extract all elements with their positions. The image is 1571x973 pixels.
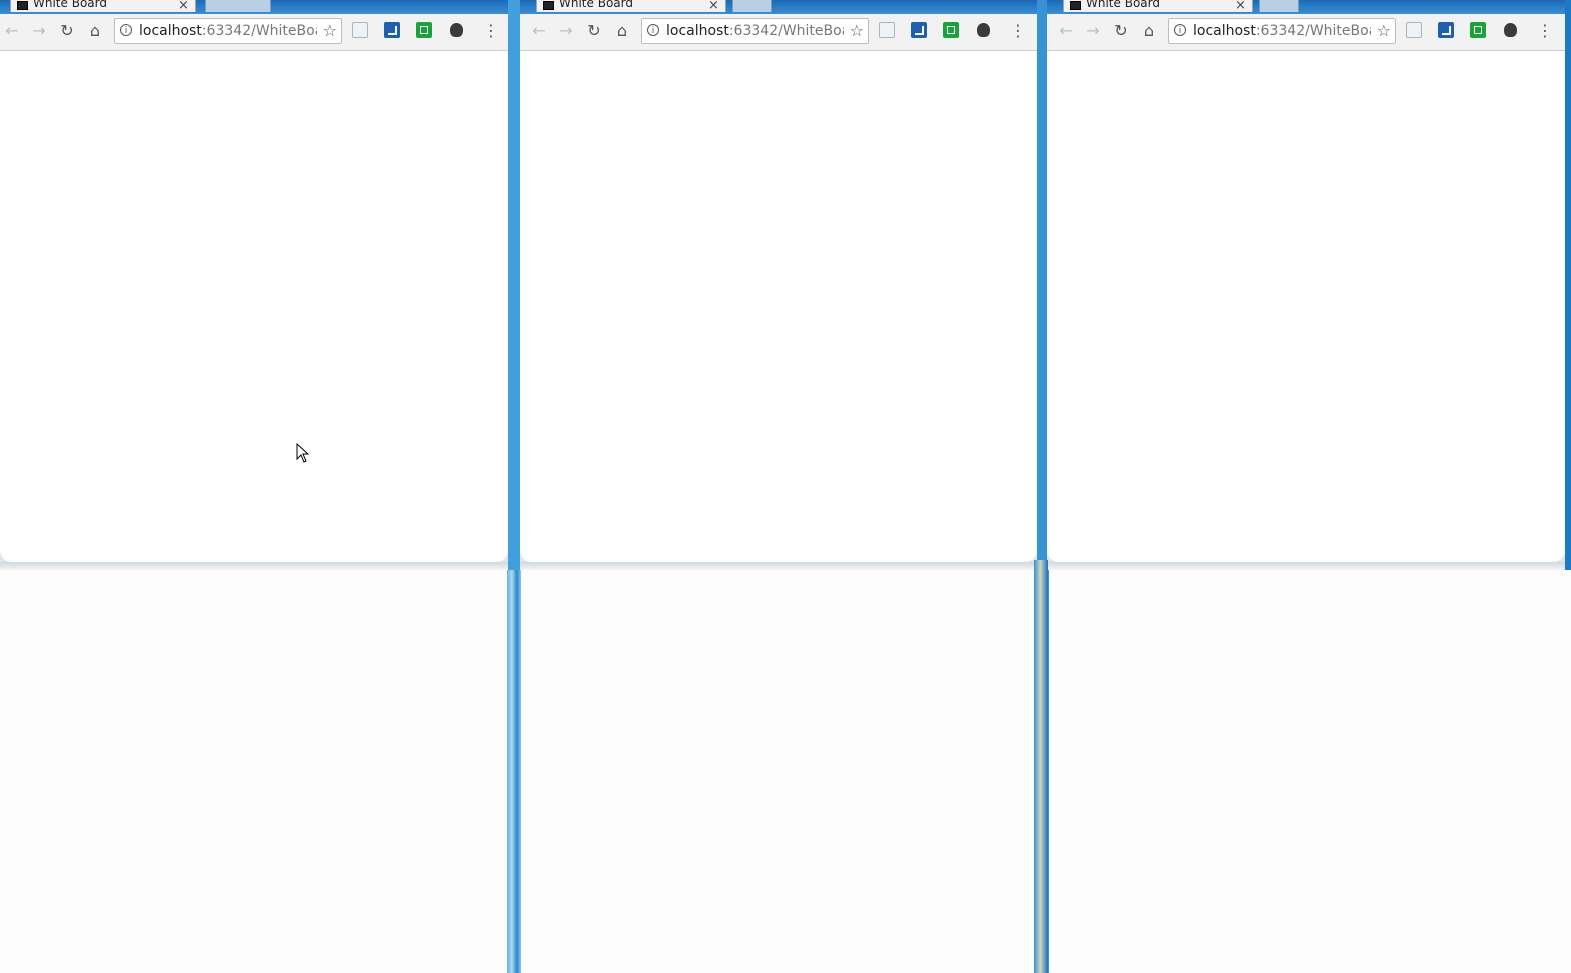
chrome-menu-icon[interactable]: ⋮ [1537,20,1553,42]
lower-window-area-3[interactable] [1049,570,1571,973]
green-extension-icon[interactable] [1470,22,1486,38]
green-extension-icon[interactable] [943,22,959,38]
site-info-icon[interactable]: i [1174,24,1186,36]
tab-title: White Board [33,0,107,10]
tab-title: White Board [559,0,633,10]
window-border [0,562,508,570]
tab-close-icon[interactable]: × [1235,0,1246,14]
back-icon[interactable]: ← [528,20,550,42]
page-viewport[interactable] [1047,51,1565,562]
site-info-icon[interactable]: i [120,24,132,36]
title-bar: White Board × [520,0,1037,14]
new-tab-button[interactable] [205,0,271,12]
screenshot-extension-icon[interactable] [1406,22,1422,38]
page-favicon-icon [17,1,28,10]
site-info-icon[interactable]: i [647,24,659,36]
url-host: localhost [666,23,729,39]
bookmark-star-icon[interactable]: ☆ [1377,20,1391,42]
browser-toolbar: ← → ↻ ⌂ i localhost:63342/WhiteBoa ☆ ⋮ [1047,14,1565,51]
home-icon[interactable]: ⌂ [611,20,633,42]
address-bar[interactable]: i localhost:63342/WhiteBoa ☆ [641,18,869,44]
browser-toolbar: ← → ↻ ⌂ i localhost:63342/WhiteBoa ☆ ⋮ [520,14,1037,51]
page-viewport[interactable] [520,51,1037,562]
address-bar[interactable]: i localhost:63342/WhiteBoa ☆ [1168,18,1396,44]
page-favicon-icon [543,1,554,10]
new-tab-button[interactable] [732,0,772,12]
reload-icon[interactable]: ↻ [56,20,78,42]
bookmark-star-icon[interactable]: ☆ [850,20,864,42]
url-path: :63342/WhiteBoa [201,23,317,39]
window-border [520,562,1037,570]
blue-extension-icon[interactable] [384,22,400,38]
chrome-menu-icon[interactable]: ⋮ [1010,20,1026,42]
reload-icon[interactable]: ↻ [1110,20,1132,42]
home-icon[interactable]: ⌂ [1138,20,1160,42]
title-bar: White Board × [1047,0,1565,14]
tab-title: White Board [1086,0,1160,10]
back-icon[interactable]: ← [1,20,23,42]
url-path: :63342/WhiteBoa [1255,23,1371,39]
url-path: :63342/WhiteBoa [728,23,844,39]
url-host: localhost [1193,23,1256,39]
title-bar: White Board × [0,0,508,14]
url-text: localhost:63342/WhiteBoa [666,19,844,43]
forward-icon[interactable]: → [555,20,577,42]
lower-window-area-2[interactable] [520,570,1035,973]
blue-extension-icon[interactable] [1438,22,1454,38]
home-icon[interactable]: ⌂ [84,20,106,42]
screenshot-extension-icon[interactable] [352,22,368,38]
window-border [1047,562,1565,570]
new-tab-button[interactable] [1259,0,1299,12]
evernote-extension-icon[interactable] [1504,23,1517,37]
bookmark-star-icon[interactable]: ☆ [323,20,337,42]
url-text: localhost:63342/WhiteBoa [139,19,317,43]
page-viewport[interactable] [0,51,508,562]
window-divider-2 [1034,560,1048,973]
address-bar[interactable]: i localhost:63342/WhiteBoa ☆ [114,18,342,44]
back-icon[interactable]: ← [1055,20,1077,42]
blue-extension-icon[interactable] [911,22,927,38]
reload-icon[interactable]: ↻ [583,20,605,42]
chrome-menu-icon[interactable]: ⋮ [483,20,499,42]
page-favicon-icon [1070,1,1081,10]
green-extension-icon[interactable] [416,22,432,38]
forward-icon[interactable]: → [1082,20,1104,42]
tab-close-icon[interactable]: × [708,0,719,14]
browser-window-3: White Board × ← → ↻ ⌂ i localhost:63342/… [1047,0,1565,570]
browser-window-2: White Board × ← → ↻ ⌂ i localhost:63342/… [520,0,1037,570]
tab-close-icon[interactable]: × [178,0,189,14]
desktop: White Board × ← → ↻ ⌂ i localhost:63342/… [0,0,1571,973]
tab-white-board[interactable]: White Board × [10,0,196,14]
evernote-extension-icon[interactable] [977,23,990,37]
url-host: localhost [139,23,202,39]
browser-toolbar: ← → ↻ ⌂ i localhost:63342/WhiteBoa ☆ ⋮ [0,14,508,51]
forward-icon[interactable]: → [28,20,50,42]
lower-window-area-1[interactable] [0,570,508,973]
tab-white-board[interactable]: White Board × [536,0,726,14]
window-divider-1 [507,570,521,973]
evernote-extension-icon[interactable] [450,23,463,37]
screenshot-extension-icon[interactable] [879,22,895,38]
browser-window-1: White Board × ← → ↻ ⌂ i localhost:63342/… [0,0,508,570]
url-text: localhost:63342/WhiteBoa [1193,19,1371,43]
tab-white-board[interactable]: White Board × [1063,0,1253,14]
